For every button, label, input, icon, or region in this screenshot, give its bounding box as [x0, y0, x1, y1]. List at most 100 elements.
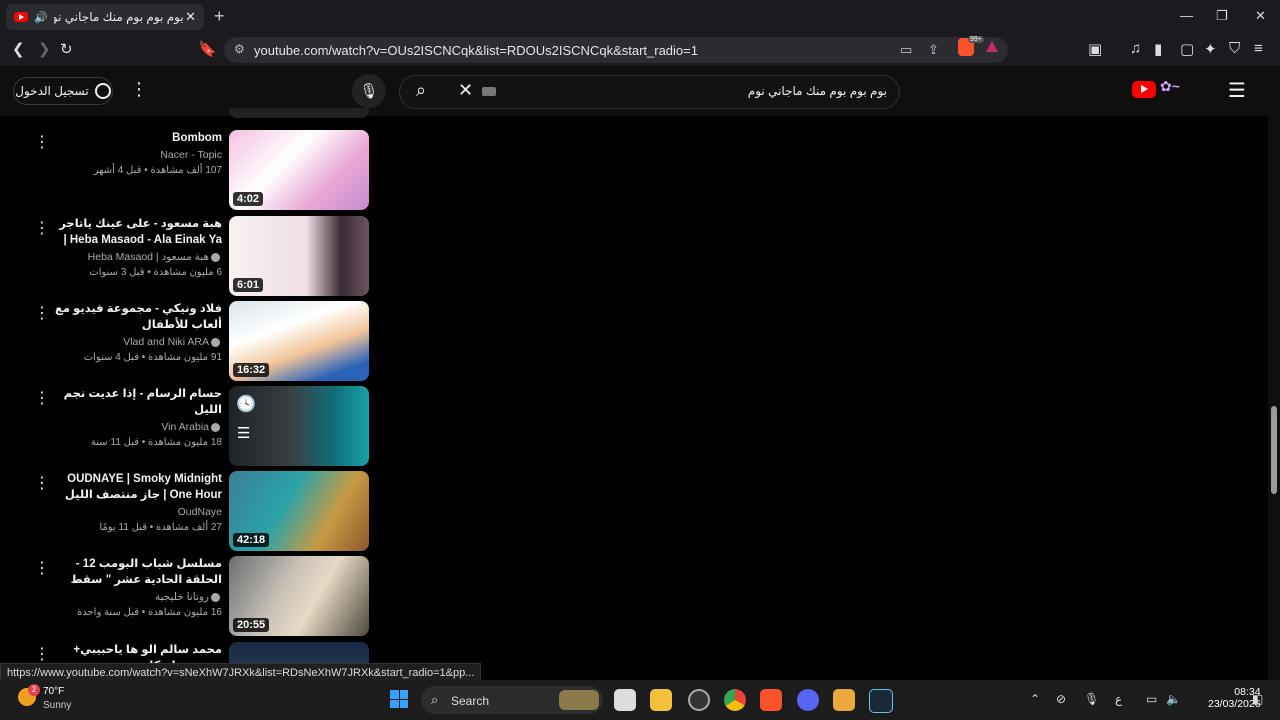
- channel-name[interactable]: روتانا خليجية: [54, 589, 222, 605]
- bookmark-icon[interactable]: 🔖: [198, 40, 217, 58]
- more-actions-icon[interactable]: ⋮: [34, 388, 50, 408]
- more-actions-icon[interactable]: ⋮: [34, 132, 50, 152]
- youtube-logo[interactable]: [1132, 81, 1156, 98]
- keyboard-icon[interactable]: [482, 87, 496, 96]
- tab-youtube[interactable]: 🔊 بوم بوم بوم منك ماجاني نوم أغ ✕: [6, 4, 204, 30]
- add-to-queue-icon[interactable]: ☰: [237, 424, 250, 442]
- media-icon[interactable]: ♫: [1130, 40, 1141, 57]
- brave-rewards-icon[interactable]: [986, 41, 998, 52]
- reader-mode-icon[interactable]: ▣: [1088, 40, 1102, 58]
- list-item[interactable]: 20:55 مسلسل شباب البومب 12 - الحلقة الحا…: [28, 556, 370, 636]
- channel-name[interactable]: Heba Masaod | هبة مسعود: [54, 249, 222, 265]
- youtube-header: تسجيل الدخول ⋮ 🎙 ⌕ ✕ بوم بوم بوم منك ماج…: [0, 66, 1268, 116]
- network-icon[interactable]: ▭: [1146, 692, 1157, 706]
- discord-icon[interactable]: [797, 689, 819, 711]
- task-view-icon[interactable]: [614, 689, 636, 711]
- tab-strip: 🔊 بوم بوم بوم منك ماجاني نوم أغ ✕ + — ❐ …: [0, 0, 1280, 34]
- share-icon[interactable]: ⇪: [928, 42, 939, 58]
- reload-button[interactable]: ↻: [60, 40, 73, 58]
- editor-icon[interactable]: [833, 689, 855, 711]
- tray-overflow-icon[interactable]: ⌃: [1030, 692, 1040, 706]
- video-thumbnail[interactable]: 🕓 ☰: [229, 386, 369, 466]
- account-icon: [94, 83, 111, 99]
- wallet-icon[interactable]: ▢: [1180, 40, 1194, 58]
- taskbar-search[interactable]: ⌕ Search: [421, 686, 603, 714]
- video-views: 6 مليون مشاهدة • قبل 3 سنوات: [89, 267, 222, 278]
- previous-thumbnail[interactable]: [229, 108, 369, 118]
- channel-name[interactable]: Vin Arabia: [54, 419, 222, 435]
- verified-icon: [211, 252, 220, 262]
- video-title[interactable]: OUDNAYE | Smoky Midnight جاز منتصف الليل…: [54, 471, 222, 503]
- video-title[interactable]: فلاد ونيكي - مجموعة فيديو مع ألعاب للأطف…: [54, 301, 222, 333]
- close-window-button[interactable]: ✕: [1255, 8, 1266, 24]
- file-explorer-icon[interactable]: [650, 689, 672, 711]
- sidebar-icon[interactable]: ▮: [1154, 40, 1162, 58]
- brave-icon[interactable]: [760, 689, 782, 711]
- maximize-button[interactable]: ❐: [1216, 8, 1228, 24]
- video-title[interactable]: Bombom: [54, 130, 222, 146]
- leo-ai-icon[interactable]: ✦: [1204, 40, 1217, 58]
- list-item[interactable]: 4:02 Bombom Nacer - Topic 107 ألف مشاهدة…: [28, 130, 370, 210]
- settings-more-icon[interactable]: ⋮: [130, 79, 148, 100]
- weather-temp[interactable]: 70°F: [43, 686, 64, 697]
- channel-name[interactable]: Vlad and Niki ARA: [54, 334, 222, 350]
- mic-icon: 🎙: [359, 83, 379, 100]
- video-thumbnail[interactable]: 16:32: [229, 301, 369, 381]
- weather-desc[interactable]: Sunny: [43, 700, 71, 711]
- weather-badge: 2: [28, 684, 40, 696]
- more-actions-icon[interactable]: ⋮: [34, 644, 50, 664]
- scrollbar-thumb[interactable]: [1271, 406, 1277, 494]
- more-actions-icon[interactable]: ⋮: [34, 218, 50, 238]
- page-scrollbar[interactable]: [1268, 66, 1280, 686]
- video-thumbnail[interactable]: 42:18: [229, 471, 369, 551]
- video-thumbnail[interactable]: 4:02: [229, 130, 369, 210]
- search-icon[interactable]: ⌕: [416, 80, 426, 101]
- start-button[interactable]: [390, 690, 408, 708]
- notification-icon[interactable]: ◧: [1252, 692, 1263, 706]
- video-title[interactable]: حسام الرسام - إذا عديت نجم الليل: [54, 386, 222, 418]
- list-item[interactable]: 🕓 ☰ حسام الرسام - إذا عديت نجم الليل Vin…: [28, 386, 370, 466]
- video-thumbnail[interactable]: 20:55: [229, 556, 369, 636]
- back-button[interactable]: ❮: [12, 40, 25, 58]
- video-title[interactable]: مسلسل شباب البومب 12 - الحلقة الحادية عش…: [54, 556, 222, 588]
- search-box[interactable]: ⌕ ✕ بوم بوم بوم منك ماجاني نوم: [399, 75, 900, 109]
- more-actions-icon[interactable]: ⋮: [34, 473, 50, 493]
- minimize-button[interactable]: —: [1180, 8, 1193, 23]
- youtube-favicon-icon: [14, 12, 28, 22]
- volume-icon[interactable]: 🔈: [1166, 692, 1181, 706]
- watch-later-icon[interactable]: 🕓: [236, 394, 256, 414]
- language-indicator[interactable]: ع: [1115, 692, 1122, 706]
- list-item[interactable]: 16:32 فلاد ونيكي - مجموعة فيديو مع ألعاب…: [28, 301, 370, 381]
- tab-title: بوم بوم بوم منك ماجاني نوم أغ: [53, 10, 184, 24]
- youtube-doodle-logo[interactable]: ✿~: [1160, 78, 1208, 100]
- cast-icon[interactable]: ▭: [900, 42, 912, 58]
- forward-button[interactable]: ❯: [38, 40, 51, 58]
- list-item[interactable]: 42:18 OUDNAYE | Smoky Midnight جاز منتصف…: [28, 471, 370, 551]
- tray-app-icon[interactable]: ⊘: [1056, 692, 1066, 706]
- list-item[interactable]: 6:01 هبة مسعود - على عينك ياتاجر | Heba …: [28, 216, 370, 296]
- address-bar[interactable]: ⚙ youtube.com/watch?v=OUs2ISCNCqk&list=R…: [224, 37, 1008, 63]
- voice-search-button[interactable]: 🎙: [352, 74, 386, 108]
- video-title[interactable]: هبة مسعود - على عينك ياتاجر | Heba Masao…: [54, 216, 222, 248]
- app-icon[interactable]: [688, 689, 710, 711]
- channel-name[interactable]: OudNaye: [54, 504, 222, 520]
- close-tab-icon[interactable]: ✕: [185, 9, 196, 25]
- verified-icon: [211, 337, 220, 347]
- clear-search-icon[interactable]: ✕: [458, 80, 473, 101]
- more-actions-icon[interactable]: ⋮: [34, 558, 50, 578]
- guide-menu-icon[interactable]: ☰: [1228, 78, 1246, 103]
- sign-in-button[interactable]: تسجيل الدخول: [13, 77, 113, 105]
- channel-name[interactable]: Nacer - Topic: [54, 147, 222, 163]
- verified-icon: [211, 422, 220, 432]
- chrome-icon[interactable]: [724, 689, 746, 711]
- more-actions-icon[interactable]: ⋮: [34, 303, 50, 323]
- tray-mic-icon[interactable]: 🎙: [1084, 692, 1099, 706]
- new-tab-button[interactable]: +: [214, 6, 225, 27]
- speaker-icon[interactable]: 🔊: [34, 11, 48, 24]
- video-thumbnail[interactable]: 6:01: [229, 216, 369, 296]
- vpn-icon[interactable]: ⛉: [1229, 40, 1240, 57]
- steam-icon[interactable]: [869, 689, 893, 713]
- search-input[interactable]: بوم بوم بوم منك ماجاني نوم: [748, 84, 887, 98]
- menu-icon[interactable]: ≡: [1254, 40, 1263, 57]
- site-info-icon[interactable]: ⚙: [234, 42, 245, 56]
